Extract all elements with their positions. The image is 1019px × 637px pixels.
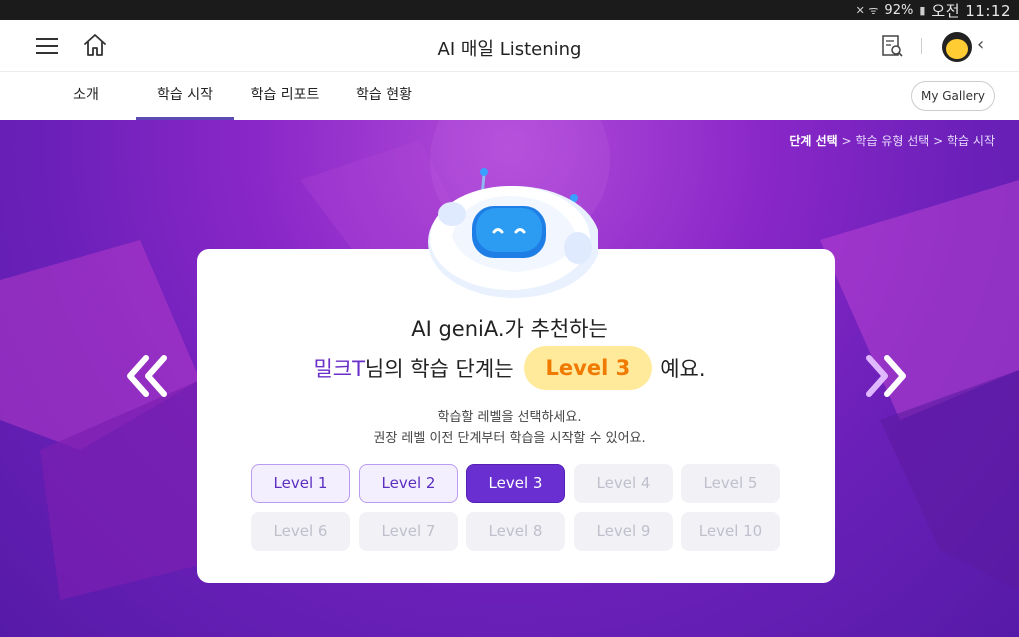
level-6-button: Level 6	[251, 512, 350, 551]
breadcrumb-current: 단계 선택	[789, 134, 838, 148]
tab-start-learning[interactable]: 학습 시작	[136, 72, 234, 120]
battery-icon: ▮	[919, 3, 926, 17]
tab-learning-report[interactable]: 학습 리포트	[244, 72, 326, 120]
double-chevron-right-icon[interactable]	[861, 352, 909, 400]
chevron-left-icon[interactable]: ‹	[977, 34, 984, 55]
recommendation-line1: AI geniA.가 추천하는	[411, 317, 608, 341]
level-4-button: Level 4	[574, 464, 673, 503]
status-bar: ✕ ᯤ 92% ▮ 오전 11:12	[0, 0, 1019, 20]
header-divider	[921, 38, 922, 54]
breadcrumb: 단계 선택 > 학습 유형 선택 > 학습 시작	[789, 132, 995, 149]
avatar[interactable]	[942, 32, 972, 62]
tab-intro[interactable]: 소개	[60, 72, 112, 120]
robot-mascot-illustration	[428, 168, 598, 298]
level-3-button[interactable]: Level 3	[466, 464, 565, 503]
recommendation-suffix: 예요.	[660, 357, 706, 381]
home-icon[interactable]	[82, 32, 108, 58]
instruction-text-1: 학습할 레벨을 선택하세요.	[437, 410, 582, 425]
clock: 오전 11:12	[931, 1, 1011, 20]
level-2-button[interactable]: Level 2	[359, 464, 458, 503]
battery-percent: 92%	[884, 2, 914, 18]
page-title: AI 매일 Listening	[437, 39, 582, 60]
menu-icon[interactable]	[36, 36, 58, 56]
level-7-button: Level 7	[359, 512, 458, 551]
app-header: AI 매일 Listening ‹	[0, 20, 1019, 72]
level-5-button: Level 5	[681, 464, 780, 503]
breadcrumb-step3: 학습 시작	[947, 134, 995, 148]
breadcrumb-sep: >	[841, 134, 852, 148]
level-10-button: Level 10	[681, 512, 780, 551]
level-9-button: Level 9	[574, 512, 673, 551]
recommended-level-badge: Level 3	[523, 346, 653, 390]
tab-learning-status[interactable]: 학습 현황	[348, 72, 420, 120]
level-select-stage: 단계 선택 > 학습 유형 선택 > 학습 시작 AI geniA.가 추천하는…	[0, 120, 1019, 637]
report-search-icon[interactable]	[880, 34, 904, 58]
breadcrumb-sep: >	[933, 134, 944, 148]
my-gallery-button[interactable]: My Gallery	[911, 81, 995, 111]
instruction-text-2: 권장 레벨 이전 단계부터 학습을 시작할 수 있어요.	[373, 431, 646, 446]
breadcrumb-step2: 학습 유형 선택	[855, 134, 930, 148]
double-chevron-left-icon[interactable]	[124, 352, 172, 400]
signal-icons: ✕ ᯤ	[855, 3, 879, 17]
user-name: 밀크T	[313, 357, 365, 381]
recommendation-middle: 님의 학습 단계는	[364, 357, 514, 381]
tab-bar: 소개 학습 시작 학습 리포트 학습 현황 My Gallery	[0, 72, 1019, 120]
level-1-button[interactable]: Level 1	[251, 464, 350, 503]
level-8-button: Level 8	[466, 512, 565, 551]
avatar-face	[946, 39, 968, 59]
